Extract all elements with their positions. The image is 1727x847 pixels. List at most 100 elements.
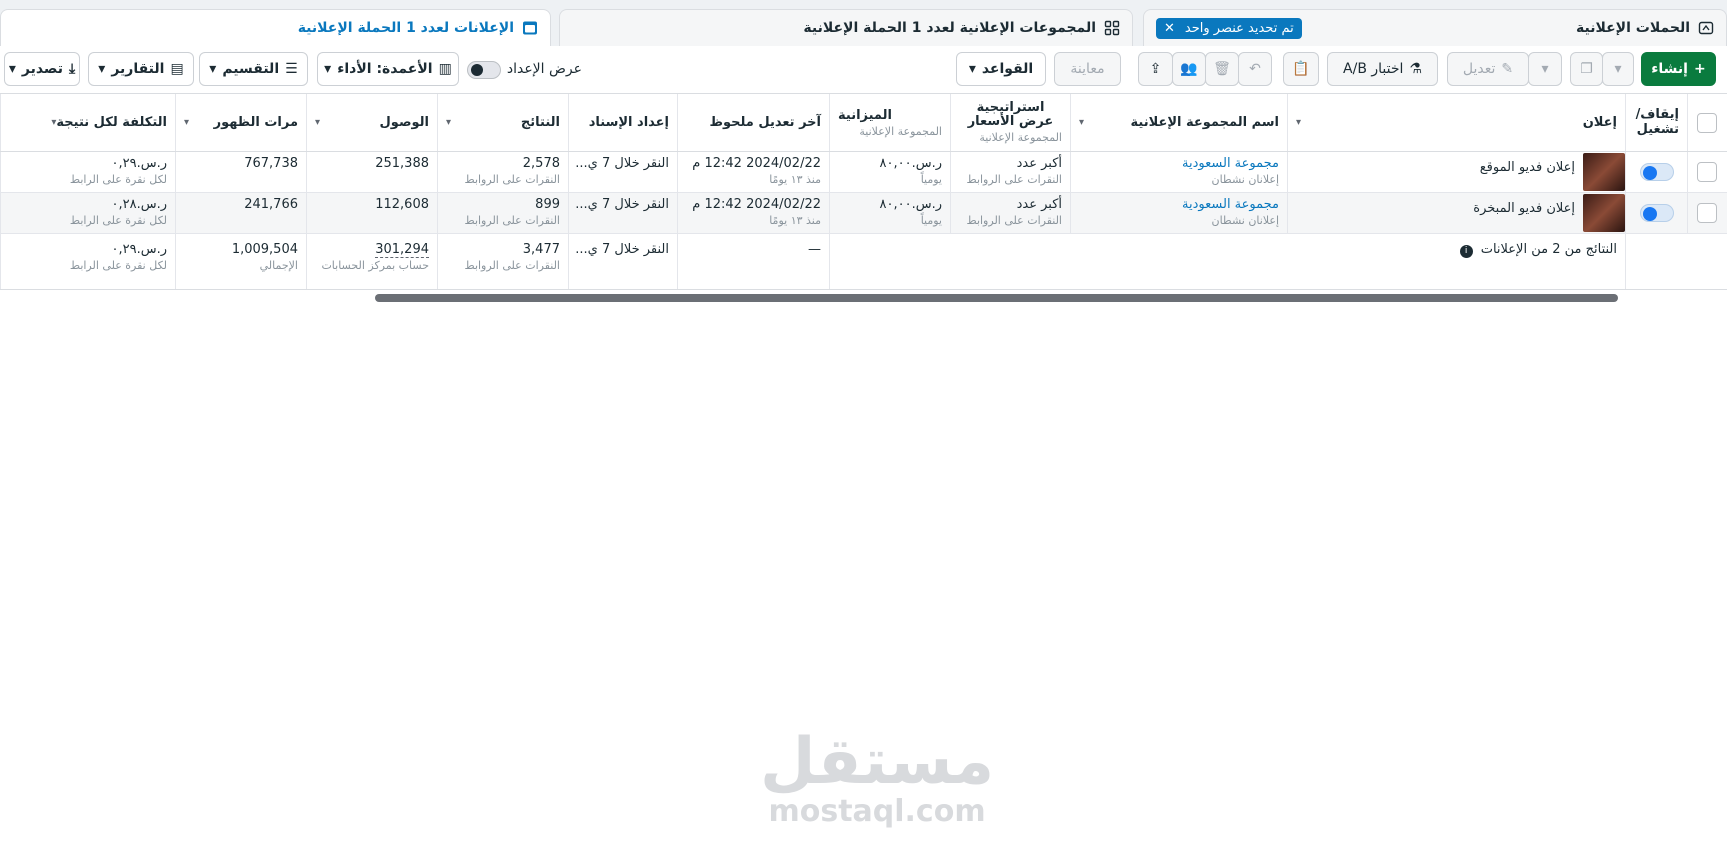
header-bid-strategy[interactable]: استراتيجية عرض الأسعار المجموعة الإعلاني… bbox=[950, 94, 1070, 151]
chevron-down-icon[interactable]: ▾ bbox=[315, 117, 320, 128]
ad-thumbnail bbox=[1583, 153, 1625, 191]
selection-chip[interactable]: تم تحديد عنصر واحد ✕ bbox=[1156, 17, 1302, 39]
header-cost-per-result[interactable]: التكلفة لكل نتيجة ▾ bbox=[0, 94, 175, 151]
clipboard-icon: 📋 bbox=[1292, 61, 1310, 77]
undo-button[interactable]: ↶ bbox=[1238, 52, 1272, 86]
header-toggle[interactable]: إيقاف/ تشغيل bbox=[1625, 94, 1687, 151]
table-row[interactable]: إعلان فديو الموقع مجموعة السعودية إعلانا… bbox=[0, 152, 1727, 193]
summary-results-cell: 3,477 النقرات على الروابط bbox=[437, 234, 568, 289]
adset-status: إعلانان نشطان bbox=[1211, 214, 1280, 227]
attribution-value: النقر خلال 7 ي... bbox=[575, 156, 669, 171]
share-button[interactable]: ⇪ bbox=[1138, 52, 1173, 86]
results-value: 2,578 bbox=[522, 156, 560, 171]
ad-name[interactable]: إعلان فديو المبخرة bbox=[1473, 201, 1575, 216]
bid-strategy-sub: النقرات على الروابط bbox=[966, 214, 1063, 227]
breakdown-icon: ☰ bbox=[285, 61, 298, 77]
header-results[interactable]: النتائج ▾ bbox=[437, 94, 568, 151]
ad-name-cell[interactable]: إعلان فديو الموقع bbox=[1287, 152, 1625, 192]
pencil-icon: ✎ bbox=[1501, 61, 1514, 77]
tab-campaigns[interactable]: الحملات الإعلانية تم تحديد عنصر واحد ✕ bbox=[1143, 9, 1727, 46]
chevron-down-icon[interactable]: ▾ bbox=[446, 117, 451, 128]
header-impressions[interactable]: مرات الظهور ▾ bbox=[175, 94, 306, 151]
ad-status-toggle[interactable] bbox=[1640, 204, 1674, 222]
summary-impressions-sub: الإجمالي bbox=[259, 259, 298, 272]
results-sub: النقرات على الروابط bbox=[464, 214, 561, 227]
columns-button[interactable]: ▥ الأعمدة: الأداء ▾ bbox=[317, 52, 459, 86]
select-all-checkbox[interactable] bbox=[1697, 113, 1717, 133]
chevron-down-icon: ▾ bbox=[8, 61, 16, 77]
watermark: مستقل mostaql.com bbox=[760, 730, 994, 829]
adset-link[interactable]: مجموعة السعودية bbox=[1182, 197, 1279, 212]
create-button[interactable]: + إنشاء bbox=[1641, 52, 1716, 86]
info-icon[interactable]: i bbox=[1459, 245, 1473, 258]
row-checkbox[interactable] bbox=[1697, 162, 1717, 182]
ad-name-cell[interactable]: إعلان فديو المبخرة bbox=[1287, 193, 1625, 233]
ad-status-toggle[interactable] bbox=[1640, 163, 1674, 181]
header-reach[interactable]: الوصول ▾ bbox=[306, 94, 437, 151]
last-edit-value: 2024/02/22 12:42 م bbox=[692, 156, 821, 171]
adset-cell[interactable]: مجموعة السعودية إعلانان نشطان bbox=[1070, 152, 1287, 192]
watermark-arabic: مستقل bbox=[760, 725, 995, 799]
adset-link[interactable]: مجموعة السعودية bbox=[1182, 156, 1279, 171]
rules-button[interactable]: القواعد ▾ bbox=[956, 52, 1046, 86]
bid-strategy-sub: النقرات على الروابط bbox=[966, 173, 1063, 186]
header-adset-name[interactable]: اسم المجموعة الإعلانية ▾ bbox=[1070, 94, 1287, 151]
summary-label-cell: النتائج من 2 من الإعلانات i bbox=[829, 234, 1625, 289]
header-budget[interactable]: الميزانية المجموعة الإعلانية bbox=[829, 94, 950, 151]
summary-last-edit-cell: — bbox=[677, 234, 829, 289]
row-toggle-cell bbox=[1625, 152, 1687, 192]
tab-ads[interactable]: الإعلانات لعدد 1 الحملة الإعلانية bbox=[0, 9, 551, 46]
chevron-down-icon: ▾ bbox=[1614, 61, 1622, 77]
delete-button[interactable]: 🗑 bbox=[1205, 52, 1239, 86]
summary-results-sub: النقرات على الروابط bbox=[464, 259, 561, 272]
duplicate-dropdown-button[interactable]: ▾ bbox=[1602, 52, 1634, 86]
header-cost-per-result-label: التكلفة لكل نتيجة bbox=[56, 115, 167, 130]
header-attribution[interactable]: إعداد الإسناد bbox=[568, 94, 677, 151]
chevron-down-icon: ▾ bbox=[1541, 61, 1549, 77]
chevron-down-icon[interactable]: ▾ bbox=[1079, 117, 1084, 128]
row-toggle-cell bbox=[1625, 193, 1687, 233]
horizontal-scrollbar[interactable] bbox=[375, 294, 1618, 302]
breakdown-button[interactable]: ☰ التقسيم ▾ bbox=[199, 52, 308, 86]
bid-cell: أكبر عدد النقرات على الروابط bbox=[950, 152, 1070, 192]
download-icon: ⤓ bbox=[68, 61, 76, 77]
preview-button[interactable]: معاينة bbox=[1054, 52, 1121, 86]
header-last-edit[interactable]: آخر تعديل ملحوظ bbox=[677, 94, 829, 151]
chevron-down-icon[interactable]: ▾ bbox=[51, 117, 56, 128]
ab-test-button[interactable]: ⚗ اختبار A/B bbox=[1327, 52, 1438, 86]
cost-sub: لكل نقرة على الرابط bbox=[69, 214, 167, 227]
header-ad[interactable]: إعلان ▾ bbox=[1287, 94, 1625, 151]
ad-name[interactable]: إعلان فديو الموقع bbox=[1480, 160, 1575, 175]
campaign-folder-icon bbox=[1698, 20, 1714, 36]
reports-icon: ▤ bbox=[170, 61, 184, 77]
chevron-down-icon[interactable]: ▾ bbox=[184, 117, 189, 128]
ab-test-button-label: اختبار A/B bbox=[1343, 61, 1404, 77]
edit-button[interactable]: ✎ تعديل bbox=[1447, 52, 1529, 86]
reports-button[interactable]: ▤ التقارير ▾ bbox=[88, 52, 194, 86]
row-select-cell bbox=[1687, 152, 1727, 192]
chevron-down-icon[interactable]: ▾ bbox=[1296, 117, 1301, 128]
budget-value: ر.س.٨٠,٠٠ bbox=[879, 197, 942, 212]
reach-value: 112,608 bbox=[375, 197, 429, 212]
table-row[interactable]: إعلان فديو المبخرة مجموعة السعودية إعلان… bbox=[0, 193, 1727, 234]
last-edit-sub: منذ ١٣ يومًا bbox=[769, 173, 821, 186]
duplicate-button[interactable]: ❐ bbox=[1570, 52, 1603, 86]
selection-chip-label: تم تحديد عنصر واحد bbox=[1184, 20, 1294, 36]
header-ad-label: إعلان bbox=[1582, 115, 1617, 130]
close-icon[interactable]: ✕ bbox=[1164, 21, 1175, 36]
clipboard-button[interactable]: 📋 bbox=[1283, 52, 1319, 86]
audience-button[interactable]: 👥 bbox=[1172, 52, 1206, 86]
edit-dropdown-button[interactable]: ▾ bbox=[1528, 52, 1562, 86]
adset-cell[interactable]: مجموعة السعودية إعلانان نشطان bbox=[1070, 193, 1287, 233]
tab-campaigns-label: الحملات الإعلانية bbox=[1576, 20, 1690, 36]
export-button[interactable]: ⤓ تصدير ▾ bbox=[4, 52, 80, 86]
summary-reach[interactable]: 301,294 bbox=[375, 242, 429, 258]
summary-results: 3,477 bbox=[522, 242, 560, 257]
row-checkbox[interactable] bbox=[1697, 203, 1717, 223]
summary-impressions-cell: 1,009,504 الإجمالي bbox=[175, 234, 306, 289]
show-setup-toggle[interactable] bbox=[467, 61, 501, 79]
attribution-value: النقر خلال 7 ي... bbox=[575, 197, 669, 212]
tab-adsets[interactable]: المجموعات الإعلانية لعدد 1 الحملة الإعلا… bbox=[559, 9, 1133, 46]
last-edit-sub: منذ ١٣ يومًا bbox=[769, 214, 821, 227]
impressions-cell: 241,766 bbox=[175, 193, 306, 233]
